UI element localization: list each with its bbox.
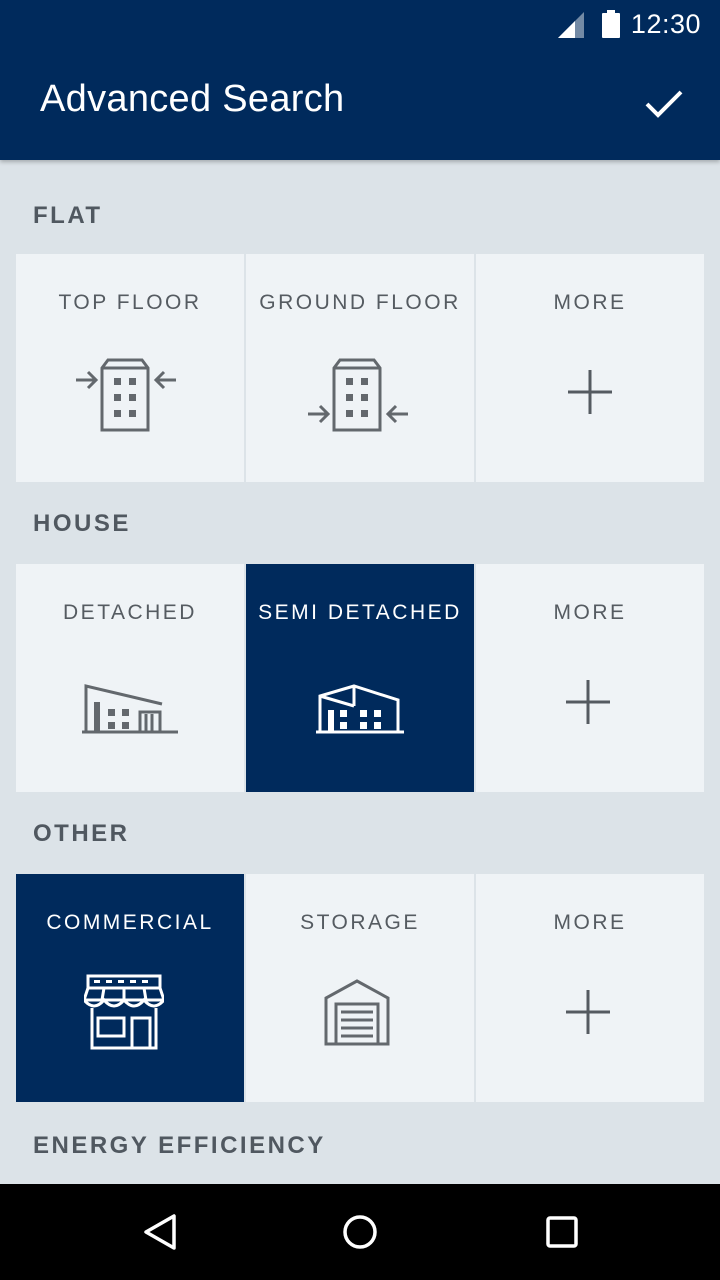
signal-icon	[558, 12, 584, 38]
recents-icon	[546, 1216, 578, 1248]
check-icon	[645, 90, 683, 118]
tile-label: COMMERCIAL	[46, 911, 214, 934]
tile-commercial[interactable]: COMMERCIAL	[16, 874, 244, 1102]
tile-label: GROUND FLOOR	[259, 291, 461, 314]
detached-house-icon	[82, 684, 178, 734]
tile-semi-detached[interactable]: SEMI DETACHED	[246, 564, 474, 792]
back-icon	[144, 1214, 176, 1250]
semi-detached-house-icon	[316, 684, 404, 734]
tile-more-house[interactable]: MORE	[476, 564, 704, 792]
section-label-house: HOUSE	[33, 510, 131, 537]
tile-top-floor[interactable]: TOP FLOOR	[16, 254, 244, 482]
tile-more-flat[interactable]: MORE	[476, 254, 704, 482]
battery-icon	[602, 10, 620, 38]
status-bar: 12:30	[0, 0, 720, 48]
tile-label: DETACHED	[63, 601, 197, 624]
plus-icon	[566, 990, 610, 1034]
tile-label: SEMI DETACHED	[258, 601, 462, 624]
tile-ground-floor[interactable]: GROUND FLOOR	[246, 254, 474, 482]
tile-label: MORE	[553, 911, 627, 934]
shop-icon	[84, 974, 164, 1050]
tile-detached[interactable]: DETACHED	[16, 564, 244, 792]
section-label-flat: FLAT	[33, 202, 103, 229]
home-button[interactable]	[336, 1208, 384, 1256]
back-button[interactable]	[136, 1208, 184, 1256]
app-bar: 12:30 Advanced Search	[0, 0, 720, 160]
recents-button[interactable]	[538, 1208, 586, 1256]
page-title: Advanced Search	[40, 78, 345, 120]
ground-floor-icon	[308, 358, 408, 432]
garage-icon	[324, 979, 390, 1046]
tile-more-other[interactable]: MORE	[476, 874, 704, 1102]
plus-icon	[568, 370, 612, 414]
confirm-button[interactable]	[636, 76, 692, 132]
status-time: 12:30	[630, 9, 701, 39]
tile-label: MORE	[553, 291, 627, 314]
navigation-bar	[0, 1184, 720, 1280]
tile-storage[interactable]: STORAGE	[246, 874, 474, 1102]
section-label-energy-efficiency: ENERGY EFFICIENCY	[33, 1132, 326, 1159]
plus-icon	[566, 680, 610, 724]
home-icon	[343, 1215, 377, 1249]
tile-label: TOP FLOOR	[58, 291, 202, 314]
tile-label: MORE	[553, 601, 627, 624]
tile-label: STORAGE	[300, 911, 420, 934]
section-label-other: OTHER	[33, 820, 130, 847]
top-floor-icon	[76, 358, 176, 432]
